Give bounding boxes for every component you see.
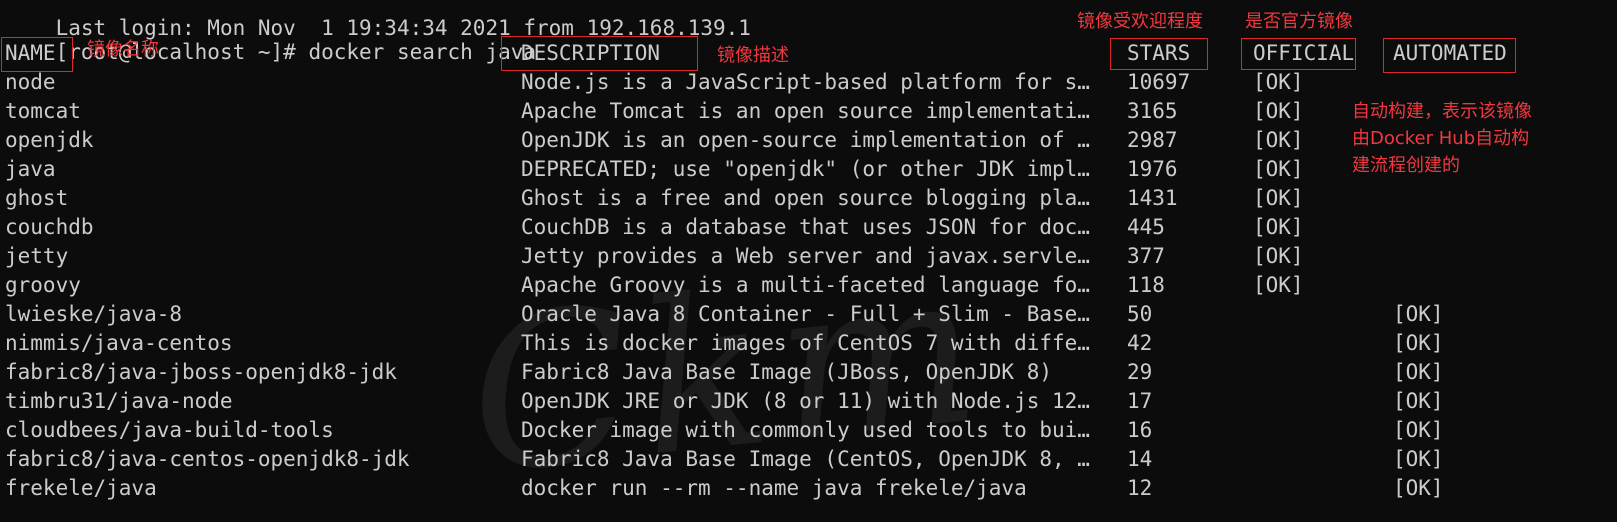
row-official: [OK] [1253, 99, 1304, 123]
row-stars: 10697 [1127, 70, 1191, 94]
row-official: [OK] [1253, 273, 1304, 297]
row-stars: 12 [1127, 476, 1153, 500]
automated-highlight-box [1383, 38, 1516, 73]
automated-annotation-line-1: 自动构建，表示该镜像 [1352, 101, 1532, 122]
row-stars: 16 [1127, 418, 1153, 442]
row-name: tomcat [5, 99, 81, 123]
row-description: OpenJDK is an open-source implementation… [521, 128, 1090, 152]
row-name: couchdb [5, 215, 94, 239]
row-name: fabric8/java-jboss-openjdk8-jdk [5, 360, 397, 384]
row-name: timbru31/java-node [5, 389, 233, 413]
description-annotation: 镜像描述 [717, 45, 789, 66]
row-stars: 1976 [1127, 157, 1178, 181]
row-description: Ghost is a free and open source blogging… [521, 186, 1090, 210]
row-description: DEPRECATED; use "openjdk" (or other JDK … [521, 157, 1090, 181]
row-automated: [OK] [1393, 331, 1444, 355]
row-stars: 14 [1127, 447, 1153, 471]
name-highlight-box [1, 37, 73, 72]
command-line: [root@localhost ~]# docker search java [5, 10, 536, 64]
row-name: nimmis/java-centos [5, 331, 233, 355]
row-stars: 17 [1127, 389, 1153, 413]
row-stars: 50 [1127, 302, 1153, 326]
row-stars: 29 [1127, 360, 1153, 384]
automated-annotation-line-2: 由Docker Hub自动构 [1352, 128, 1530, 149]
row-name: java [5, 157, 56, 181]
row-description: Node.js is a JavaScript-based platform f… [521, 70, 1090, 94]
row-description: Jetty provides a Web server and javax.se… [521, 244, 1090, 268]
row-official: [OK] [1253, 157, 1304, 181]
name-annotation: 镜像名称 [87, 39, 159, 60]
row-stars: 3165 [1127, 99, 1178, 123]
row-description: Apache Groovy is a multi-faceted languag… [521, 273, 1090, 297]
row-stars: 42 [1127, 331, 1153, 355]
official-annotation: 是否官方镜像 [1245, 11, 1353, 32]
automated-annotation-line-3: 建流程创建的 [1352, 155, 1460, 176]
row-automated: [OK] [1393, 447, 1444, 471]
row-official: [OK] [1253, 70, 1304, 94]
row-name: cloudbees/java-build-tools [5, 418, 334, 442]
stars-annotation: 镜像受欢迎程度 [1077, 11, 1203, 32]
row-automated: [OK] [1393, 476, 1444, 500]
stars-highlight-box [1110, 38, 1208, 70]
row-stars: 377 [1127, 244, 1165, 268]
row-description: Apache Tomcat is an open source implemen… [521, 99, 1090, 123]
row-stars: 118 [1127, 273, 1165, 297]
row-name: fabric8/java-centos-openjdk8-jdk [5, 447, 410, 471]
row-description: Fabric8 Java Base Image (JBoss, OpenJDK … [521, 360, 1053, 384]
row-automated: [OK] [1393, 360, 1444, 384]
row-stars: 1431 [1127, 186, 1178, 210]
row-description: This is docker images of CentOS 7 with d… [521, 331, 1090, 355]
row-name: ghost [5, 186, 69, 210]
row-description: CouchDB is a database that uses JSON for… [521, 215, 1090, 239]
row-name: node [5, 70, 56, 94]
row-official: [OK] [1253, 128, 1304, 152]
row-description: Oracle Java 8 Container - Full + Slim - … [521, 302, 1090, 326]
row-stars: 445 [1127, 215, 1165, 239]
row-stars: 2987 [1127, 128, 1178, 152]
row-official: [OK] [1253, 215, 1304, 239]
row-automated: [OK] [1393, 302, 1444, 326]
row-name: lwieske/java-8 [5, 302, 183, 326]
row-description: Docker image with commonly used tools to… [521, 418, 1090, 442]
row-automated: [OK] [1393, 389, 1444, 413]
terminal-window[interactable]: Ckm Last login: Mon Nov 1 19:34:34 2021 … [0, 0, 1617, 522]
row-name: frekele/java [5, 476, 157, 500]
official-highlight-box [1241, 38, 1356, 70]
row-description: OpenJDK JRE or JDK (8 or 11) with Node.j… [521, 389, 1090, 413]
row-name: groovy [5, 273, 81, 297]
row-official: [OK] [1253, 244, 1304, 268]
row-name: openjdk [5, 128, 94, 152]
row-official: [OK] [1253, 186, 1304, 210]
row-name: jetty [5, 244, 69, 268]
row-automated: [OK] [1393, 418, 1444, 442]
description-highlight-box [501, 36, 698, 71]
row-description: Fabric8 Java Base Image (CentOS, OpenJDK… [521, 447, 1090, 471]
row-description: docker run --rm --name java frekele/java [521, 476, 1027, 500]
